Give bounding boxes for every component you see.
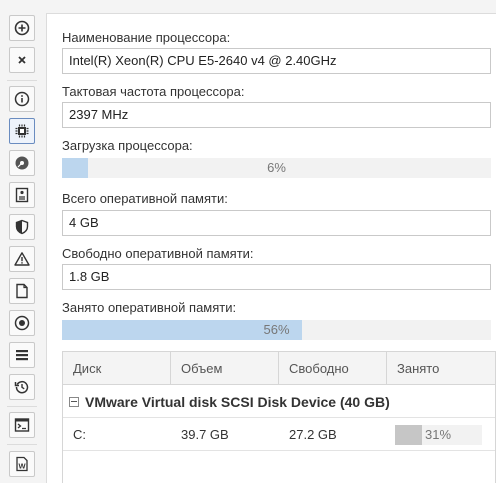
column-header-disk[interactable]: Диск	[63, 352, 171, 385]
disk-icon	[14, 155, 30, 171]
add-button[interactable]	[9, 15, 35, 41]
record-button[interactable]	[9, 310, 35, 336]
processor-info-panel: Наименование процессора: Intel(R) Xeon(R…	[46, 13, 496, 483]
list-button[interactable]	[9, 342, 35, 368]
used-memory-label: Занято оперативной памяти:	[62, 300, 237, 315]
collapse-toggle-icon[interactable]	[69, 397, 79, 407]
column-header-used[interactable]: Занято	[387, 352, 496, 385]
cpu-name-field[interactable]: Intel(R) Xeon(R) CPU E5-2640 v4 @ 2.40GH…	[62, 48, 491, 74]
disk-group-header[interactable]: VMware Virtual disk SCSI Disk Device (40…	[63, 386, 495, 418]
sidebar-divider	[7, 406, 37, 407]
total-memory-field[interactable]: 4 GB	[62, 210, 491, 236]
report-button[interactable]	[9, 182, 35, 208]
cpu-chip-icon	[14, 123, 30, 139]
terminal-icon	[14, 417, 30, 433]
svg-text:W: W	[18, 461, 26, 470]
disk-letter: C:	[73, 427, 86, 442]
file-icon	[14, 283, 30, 299]
sidebar: W	[0, 0, 44, 483]
plus-circle-icon	[14, 20, 30, 36]
file-button[interactable]	[9, 278, 35, 304]
warning-icon	[14, 251, 30, 267]
disk-button[interactable]	[9, 150, 35, 176]
disk-free: 27.2 GB	[289, 427, 337, 442]
list-icon	[14, 347, 30, 363]
used-memory-bar: 56%	[62, 320, 491, 340]
cpu-frequency-field[interactable]: 2397 MHz	[62, 102, 491, 128]
disk-table: Диск Объем Свободно Занято VMware Virtua…	[62, 351, 496, 483]
cpu-frequency-label: Тактовая частота процессора:	[62, 84, 245, 99]
total-memory-label: Всего оперативной памяти:	[62, 191, 228, 206]
column-header-free[interactable]: Свободно	[279, 352, 387, 385]
info-button[interactable]	[9, 86, 35, 112]
sidebar-divider	[7, 444, 37, 445]
word-document-icon: W	[14, 456, 30, 472]
cpu-load-label: Загрузка процессора:	[62, 138, 193, 153]
info-icon	[14, 91, 30, 107]
cpu-name-label: Наименование процессора:	[62, 30, 231, 45]
used-memory-percent: 56%	[263, 322, 290, 337]
console-button[interactable]	[9, 412, 35, 438]
sidebar-divider	[7, 80, 37, 81]
free-memory-field[interactable]: 1.8 GB	[62, 264, 491, 290]
document-list-icon	[14, 187, 30, 203]
disk-group-title: VMware Virtual disk SCSI Disk Device (40…	[85, 394, 390, 410]
disk-table-header: Диск Объем Свободно Занято	[63, 352, 495, 385]
disk-used-bar: 31%	[395, 425, 482, 445]
processor-button[interactable]	[9, 118, 35, 144]
warnings-button[interactable]	[9, 246, 35, 272]
cpu-load-percent: 6%	[267, 160, 286, 175]
disk-used-bar-fill	[395, 425, 422, 445]
close-icon	[16, 54, 28, 66]
table-row[interactable]: C: 39.7 GB 27.2 GB 31%	[63, 419, 495, 451]
history-icon	[14, 379, 30, 395]
history-button[interactable]	[9, 374, 35, 400]
disk-size: 39.7 GB	[181, 427, 229, 442]
shield-icon	[14, 219, 30, 235]
column-header-size[interactable]: Объем	[171, 352, 279, 385]
disk-used-percent: 31%	[425, 427, 452, 442]
free-memory-label: Свободно оперативной памяти:	[62, 246, 254, 261]
record-icon	[14, 315, 30, 331]
cpu-load-bar: 6%	[62, 158, 491, 178]
export-word-button[interactable]: W	[9, 451, 35, 477]
security-button[interactable]	[9, 214, 35, 240]
close-button[interactable]	[9, 47, 35, 73]
